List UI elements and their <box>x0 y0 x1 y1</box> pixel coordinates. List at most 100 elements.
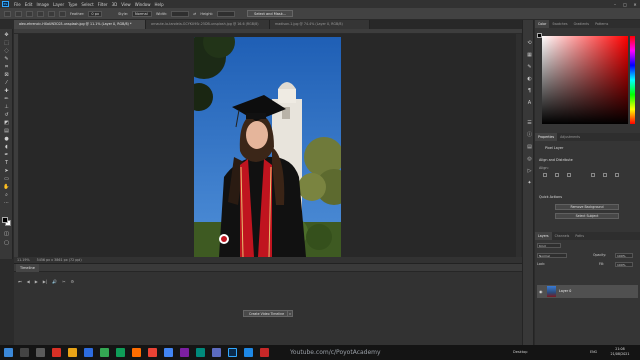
app-icon-4[interactable] <box>116 348 125 357</box>
search-icon[interactable] <box>20 348 29 357</box>
previous-frame-icon[interactable]: ◀ <box>27 279 30 284</box>
intersect-selection-icon[interactable] <box>59 10 66 17</box>
tab-color[interactable]: Color <box>535 20 550 28</box>
audio-icon[interactable]: 🔊 <box>52 279 57 284</box>
tab-patterns[interactable]: Patterns <box>592 20 611 28</box>
style-select[interactable]: Normal <box>132 10 153 17</box>
timeline-tab[interactable]: Timeline <box>16 264 39 272</box>
tab-adjustments[interactable]: Adjustments <box>557 133 583 141</box>
select-and-mask-button[interactable]: Select and Mask... <box>247 10 294 17</box>
canvas-scrollbar[interactable] <box>516 34 521 257</box>
info-icon[interactable]: ⓘ <box>526 132 533 139</box>
app-icon-2[interactable] <box>84 348 93 357</box>
create-video-timeline-button[interactable]: Create Video Timeline <box>243 310 291 317</box>
app-icon-8[interactable] <box>180 348 189 357</box>
clone-stamp-icon[interactable]: ⊥ <box>3 104 10 110</box>
menu-select[interactable]: Select <box>79 2 95 7</box>
fill-input[interactable]: 100% <box>615 262 633 267</box>
select-subject-button[interactable]: Select Subject <box>555 213 619 219</box>
dodge-tool-icon[interactable]: ◖ <box>3 144 10 150</box>
actions-icon[interactable]: ▷ <box>526 168 533 175</box>
graduation-photo[interactable] <box>194 37 341 257</box>
split-icon[interactable]: ✂ <box>62 279 65 284</box>
align-top-icon[interactable] <box>591 173 595 177</box>
hue-slider[interactable] <box>630 36 635 124</box>
frame-tool-icon[interactable]: ⊠ <box>3 72 10 78</box>
zoom-level[interactable]: 11.19% <box>17 258 30 262</box>
play-icon[interactable]: ▶ <box>35 279 38 284</box>
layer-comps-icon[interactable]: ▤ <box>526 144 533 151</box>
tab-properties[interactable]: Properties <box>535 133 558 141</box>
height-input[interactable] <box>217 10 236 17</box>
menu-filter[interactable]: Filter <box>96 2 110 7</box>
app-icon-6[interactable] <box>148 348 157 357</box>
app-icon-10[interactable] <box>212 348 221 357</box>
healing-brush-icon[interactable]: ✚ <box>3 88 10 94</box>
eraser-tool-icon[interactable]: ◩ <box>3 120 10 126</box>
app-icon-1[interactable] <box>52 348 61 357</box>
more-tools-icon[interactable]: ⋯ <box>3 200 10 206</box>
quick-select-icon[interactable]: ✎ <box>3 56 10 62</box>
menu-edit[interactable]: Edit <box>23 2 35 7</box>
new-selection-icon[interactable] <box>26 10 33 17</box>
eyedropper-icon[interactable]: ⁄ <box>3 80 10 86</box>
subtract-selection-icon[interactable] <box>48 10 55 17</box>
adjustments-icon[interactable]: ◐ <box>526 76 533 83</box>
foreground-color-swatch[interactable] <box>2 217 8 223</box>
layer-filter-kind[interactable]: Kind <box>537 243 561 248</box>
go-to-first-frame-icon[interactable]: ⏮ <box>18 279 22 284</box>
visibility-eye-icon[interactable]: ◉ <box>539 285 543 298</box>
system-clock[interactable]: 21:08 21/08/2021 <box>605 347 635 357</box>
app-icon-9[interactable] <box>196 348 205 357</box>
language-indicator[interactable]: ENG <box>590 347 597 358</box>
photoshop-taskbar-icon[interactable] <box>228 348 237 357</box>
file-explorer-icon[interactable] <box>68 348 77 357</box>
marquee-tool-icon[interactable]: ⬚ <box>3 40 10 46</box>
align-center-icon[interactable] <box>555 173 559 177</box>
minimize-button[interactable]: – <box>612 2 618 7</box>
app-icon-3[interactable] <box>100 348 109 357</box>
tab-swatches[interactable]: Swatches <box>549 20 570 28</box>
path-select-icon[interactable]: ➤ <box>3 168 10 174</box>
close-button[interactable]: ✕ <box>632 2 638 7</box>
menu-help[interactable]: Help <box>152 2 165 7</box>
menu-layer[interactable]: Layer <box>51 2 66 7</box>
tab-gradients[interactable]: Gradients <box>571 20 593 28</box>
app-icon-7[interactable] <box>164 348 173 357</box>
quick-actions-heading[interactable]: Quick Actions <box>539 195 562 199</box>
width-input[interactable] <box>171 10 190 17</box>
blur-tool-icon[interactable]: ● <box>3 136 10 142</box>
glyphs-icon[interactable]: ✦ <box>526 180 533 187</box>
brush-tool-icon[interactable]: ✏ <box>3 96 10 102</box>
color-swatches[interactable] <box>2 217 11 226</box>
brush-settings-icon[interactable]: ✎ <box>526 64 533 71</box>
menu-type[interactable]: Type <box>66 2 79 7</box>
lasso-tool-icon[interactable]: ◌ <box>3 48 10 54</box>
properties-icon[interactable]: ▦ <box>526 52 533 59</box>
align-middle-icon[interactable] <box>603 173 607 177</box>
pen-tool-icon[interactable]: ✒ <box>3 152 10 158</box>
layer-row[interactable]: ◉ Layer 0 <box>537 285 638 298</box>
opacity-input[interactable]: 100% <box>615 253 633 258</box>
align-left-icon[interactable] <box>543 173 547 177</box>
gradient-tool-icon[interactable]: ▤ <box>3 128 10 134</box>
screen-mode-icon[interactable]: ▢ <box>3 240 10 246</box>
task-view-icon[interactable] <box>36 348 45 357</box>
feather-input[interactable]: 0 px <box>88 10 103 17</box>
next-frame-icon[interactable]: ▶| <box>43 279 47 284</box>
marquee-tool-icon[interactable] <box>15 10 22 17</box>
type-tool-icon[interactable]: T <box>3 160 10 166</box>
home-icon[interactable] <box>4 10 11 17</box>
align-right-icon[interactable] <box>567 173 571 177</box>
desktop-toolbar[interactable]: Desktop <box>513 347 527 358</box>
menu-image[interactable]: Image <box>34 2 51 7</box>
menu-3d[interactable]: 3D <box>110 2 120 7</box>
crop-tool-icon[interactable]: ⌗ <box>3 64 10 70</box>
libraries-icon[interactable]: ☰ <box>526 120 533 127</box>
remove-background-button[interactable]: Remove Background <box>555 204 619 210</box>
tab-document-1[interactable]: alex-ehrencic-HXoUN3C03-unsplash.jpg @ 1… <box>14 20 146 29</box>
timeline-mode-dropdown[interactable]: ▾ <box>287 310 293 317</box>
tab-document-3[interactable]: madison-1.jpg @ 74.4% (Layer 0, RGB/8) <box>270 20 370 29</box>
windows-start-icon[interactable] <box>4 348 13 357</box>
tab-paths[interactable]: Paths <box>572 232 587 240</box>
